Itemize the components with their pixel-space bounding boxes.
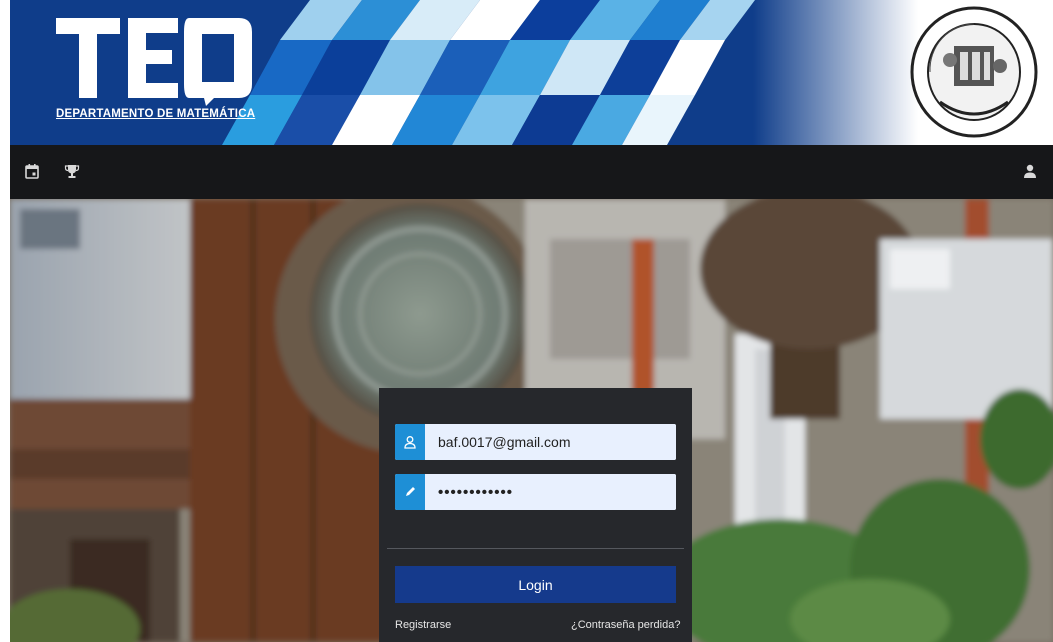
email-addon	[395, 424, 425, 460]
login-panel: Login Registrarse ¿Contraseña perdida?	[379, 388, 692, 642]
pencil-icon	[406, 487, 415, 496]
logo-subtitle: DEPARTAMENTO DE MATEMÁTICA	[56, 108, 256, 120]
header-banner: DEPARTAMENTO DE MATEMÁTICA	[10, 0, 1053, 145]
lost-password-link[interactable]: ¿Contraseña perdida?	[571, 619, 680, 631]
teo-logo: DEPARTAMENTO DE MATEMÁTICA	[54, 12, 256, 127]
register-link[interactable]: Registrarse	[395, 619, 451, 631]
teo-logo-letters	[56, 18, 252, 106]
user-icon[interactable]	[1022, 163, 1038, 179]
email-input[interactable]	[425, 424, 676, 460]
password-field-group	[395, 474, 676, 510]
password-input[interactable]	[425, 474, 676, 510]
divider	[387, 548, 684, 549]
trophy-icon[interactable]	[64, 163, 80, 179]
faculty-seal	[910, 6, 1038, 138]
calendar-icon[interactable]	[24, 163, 40, 179]
top-navbar	[10, 145, 1053, 199]
login-button[interactable]: Login	[395, 566, 676, 603]
user-icon	[404, 436, 416, 449]
email-field-group	[395, 424, 676, 460]
password-addon	[395, 474, 425, 510]
